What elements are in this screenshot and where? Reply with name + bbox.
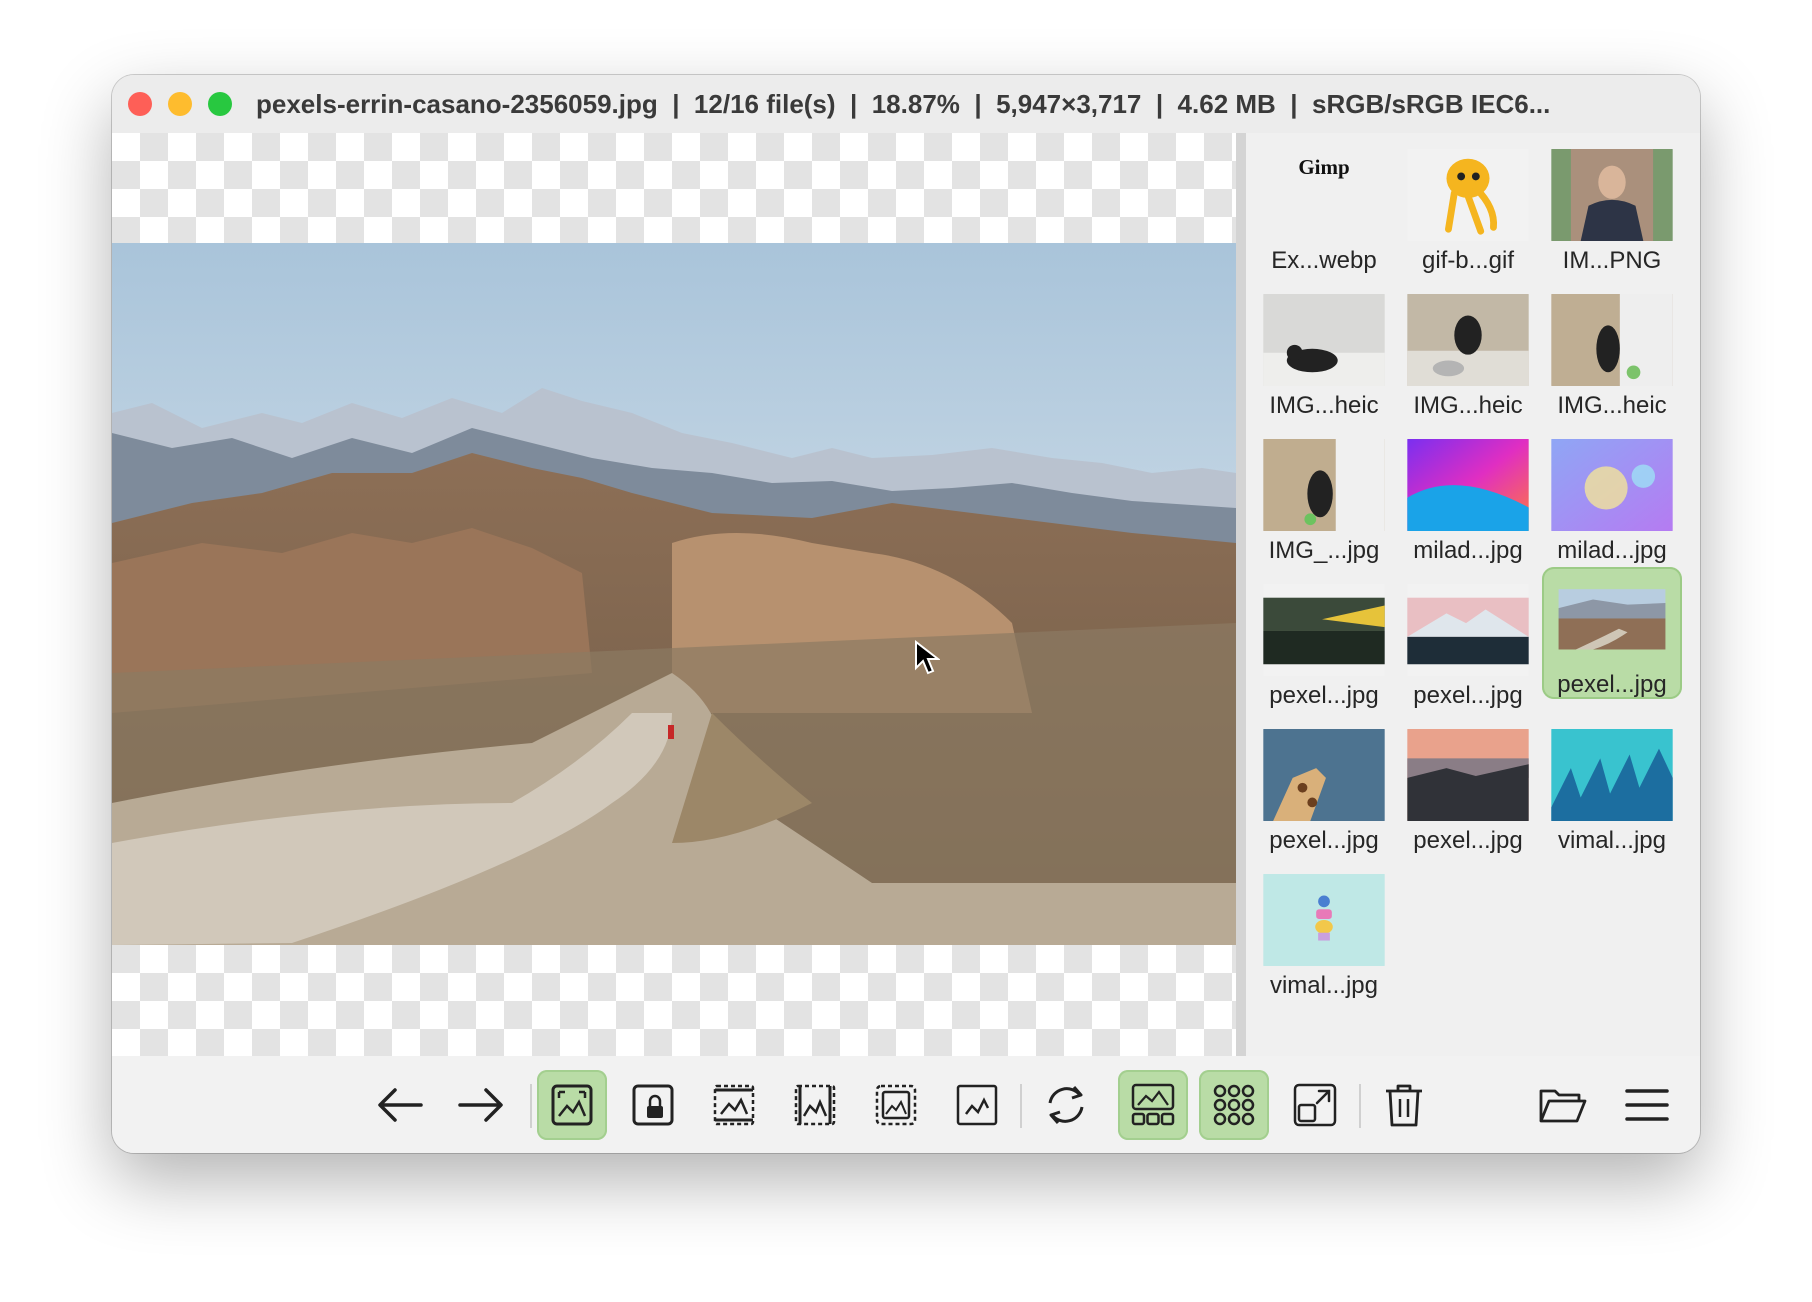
thumbnail-image-text: Gimp [1298,155,1350,179]
thumbnail-label: IMG...heic [1557,392,1667,419]
window-title: pexels-errin-casano-2356059.jpg | 12/16 … [256,88,1551,119]
thumbnail-label: IMG...heic [1269,392,1379,419]
thumbnail-label: Ex...webp [1271,247,1377,274]
thumbnail-item[interactable]: gif-b...gif [1398,143,1538,275]
thumbnail-label: pexel...jpg [1557,671,1667,698]
lock-zoom-icon [632,1084,674,1126]
thumbnail-label: pexel...jpg [1269,682,1379,709]
image-viewer[interactable] [112,133,1236,1056]
thumbnail-label: pexel...jpg [1413,682,1523,709]
folder-open-icon [1539,1089,1587,1123]
thumbnail-image [1263,294,1385,386]
thumbnail-label: milad...jpg [1557,537,1667,564]
gallery-grid-button[interactable] [1199,1070,1269,1140]
thumbnail-item[interactable]: IMG...heic [1398,288,1538,420]
thumbnail-label: IMG...heic [1413,392,1523,419]
close-button[interactable] [128,92,152,116]
thumbnail-item[interactable]: pexel...jpg [1398,723,1538,855]
mouse-cursor-icon [915,640,940,675]
traffic-lights [128,92,232,116]
fill-window-button[interactable] [861,1070,931,1140]
thumbnail-item[interactable]: pexel...jpg [1254,723,1394,855]
fit-width-icon [713,1084,755,1126]
open-external-icon [1293,1083,1337,1127]
thumbnail-label: pexel...jpg [1269,827,1379,854]
thumbnail-label: vimal...jpg [1557,827,1667,854]
thumbnail-image [1263,729,1385,821]
open-external-button[interactable] [1280,1070,1350,1140]
arrow-right-icon [458,1088,503,1122]
thumbnail-image [1407,584,1529,676]
original-size-button[interactable] [942,1070,1012,1140]
thumbnail-item[interactable]: pexel...jpg [1398,578,1538,710]
original-size-icon [956,1084,998,1126]
fill-window-icon [875,1084,917,1126]
thumbnail-item[interactable]: milad...jpg [1542,433,1682,565]
toolbar-separator [530,1084,532,1128]
thumbnail-image [1551,149,1673,241]
thumbnail-image [1407,149,1529,241]
thumbnail-bar-button[interactable] [1118,1070,1188,1140]
zoom-button[interactable] [208,92,232,116]
thumbnail-label: vimal...jpg [1269,972,1379,999]
thumbnail-label: gif-b...gif [1421,247,1515,274]
thumbnail-item[interactable]: IMG_...jpg [1254,433,1394,565]
thumbnail-gallery: Gimp Ex...webp gif-b...gif IM...PNG IMG.… [1246,133,1700,1056]
fit-width-button[interactable] [699,1070,769,1140]
thumbnail-image: Gimp [1262,149,1386,241]
trash-icon [1386,1084,1422,1127]
thumbnail-item[interactable]: IMG...heic [1254,288,1394,420]
title-bar: pexels-errin-casano-2356059.jpg | 12/16 … [112,75,1700,133]
thumbnail-item[interactable]: milad...jpg [1398,433,1538,565]
thumbnail-item[interactable]: vimal...jpg [1254,868,1394,1000]
thumbnail-label: IMG_...jpg [1268,537,1380,564]
thumbnail-bar-icon [1131,1083,1175,1126]
thumbnail-label: milad...jpg [1413,537,1523,564]
thumbnail-item[interactable]: pexel...jpg [1254,578,1394,710]
previous-image-button[interactable] [365,1070,435,1140]
bottom-toolbar [112,1056,1700,1153]
panel-divider[interactable] [1236,133,1246,1056]
thumbnail-image [1551,729,1673,821]
gallery-grid-icon [1213,1084,1255,1126]
main-photo [112,243,1236,945]
thumbnail-label: IM...PNG [1562,247,1662,274]
menu-button[interactable] [1612,1070,1682,1140]
thumbnail-image [1263,874,1385,966]
next-image-button[interactable] [446,1070,516,1140]
delete-button[interactable] [1369,1070,1439,1140]
app-window: pexels-errin-casano-2356059.jpg | 12/16 … [112,75,1700,1153]
open-folder-button[interactable] [1528,1070,1598,1140]
thumbnail-image [1263,584,1385,676]
thumbnail-item[interactable]: vimal...jpg [1542,723,1682,855]
fit-window-button[interactable] [537,1070,607,1140]
refresh-icon [1048,1086,1084,1124]
minimize-button[interactable] [168,92,192,116]
thumbnail-image [1558,584,1666,665]
thumbnail-image [1263,439,1385,531]
toolbar-separator [1359,1084,1361,1128]
arrow-left-icon [378,1088,423,1122]
lock-zoom-button[interactable] [618,1070,688,1140]
fit-height-button[interactable] [780,1070,850,1140]
thumbnail-item-selected[interactable]: pexel...jpg [1542,567,1682,699]
toolbar-separator [1020,1084,1022,1128]
menu-icon [1625,1089,1669,1121]
thumbnail-item[interactable]: IMG...heic [1542,288,1682,420]
thumbnail-image [1407,729,1529,821]
thumbnail-image [1551,294,1673,386]
refresh-button[interactable] [1031,1070,1101,1140]
thumbnail-item[interactable]: IM...PNG [1542,143,1682,275]
thumbnail-image [1407,294,1529,386]
thumbnail-image [1407,439,1529,531]
fit-window-icon [551,1084,593,1126]
thumbnail-image [1551,439,1673,531]
fit-height-icon [794,1084,836,1126]
thumbnail-label: pexel...jpg [1413,827,1523,854]
thumbnail-item[interactable]: Gimp Ex...webp [1254,143,1394,275]
